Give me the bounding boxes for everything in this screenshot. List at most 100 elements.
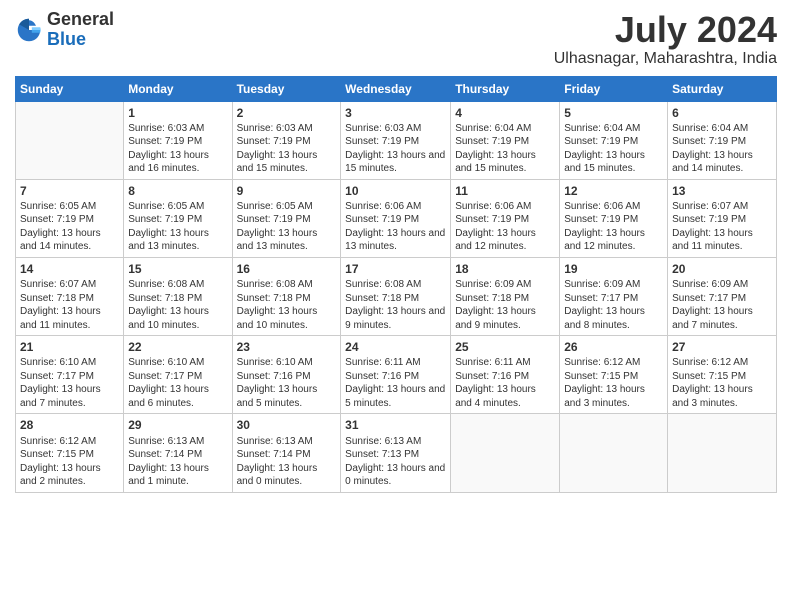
- day-info: Sunrise: 6:12 AMSunset: 7:15 PMDaylight:…: [672, 356, 772, 410]
- day-number: 22: [128, 339, 227, 355]
- calendar-cell: 1Sunrise: 6:03 AMSunset: 7:19 PMDaylight…: [124, 101, 232, 179]
- day-number: 25: [455, 339, 555, 355]
- page: General Blue July 2024 Ulhasnagar, Mahar…: [0, 0, 792, 612]
- day-info: Sunrise: 6:08 AMSunset: 7:18 PMDaylight:…: [237, 278, 337, 332]
- calendar-body: 1Sunrise: 6:03 AMSunset: 7:19 PMDaylight…: [16, 101, 777, 492]
- calendar-week-2: 7Sunrise: 6:05 AMSunset: 7:19 PMDaylight…: [16, 179, 777, 257]
- calendar-cell: 13Sunrise: 6:07 AMSunset: 7:19 PMDayligh…: [668, 179, 777, 257]
- day-info: Sunrise: 6:11 AMSunset: 7:16 PMDaylight:…: [345, 356, 446, 410]
- day-number: 30: [237, 417, 337, 433]
- calendar-cell: 7Sunrise: 6:05 AMSunset: 7:19 PMDaylight…: [16, 179, 124, 257]
- calendar-cell: 20Sunrise: 6:09 AMSunset: 7:17 PMDayligh…: [668, 257, 777, 335]
- main-title: July 2024: [554, 10, 777, 50]
- day-info: Sunrise: 6:10 AMSunset: 7:17 PMDaylight:…: [128, 356, 227, 410]
- logo: General Blue: [15, 10, 114, 50]
- day-number: 26: [564, 339, 663, 355]
- day-info: Sunrise: 6:06 AMSunset: 7:19 PMDaylight:…: [455, 200, 555, 254]
- day-info: Sunrise: 6:03 AMSunset: 7:19 PMDaylight:…: [128, 122, 227, 176]
- day-number: 14: [20, 261, 119, 277]
- day-number: 10: [345, 183, 446, 199]
- calendar-cell: [16, 101, 124, 179]
- header-tuesday: Tuesday: [232, 76, 341, 101]
- day-info: Sunrise: 6:05 AMSunset: 7:19 PMDaylight:…: [20, 200, 119, 254]
- calendar-week-3: 14Sunrise: 6:07 AMSunset: 7:18 PMDayligh…: [16, 257, 777, 335]
- header-monday: Monday: [124, 76, 232, 101]
- day-info: Sunrise: 6:12 AMSunset: 7:15 PMDaylight:…: [20, 435, 119, 489]
- calendar-week-4: 21Sunrise: 6:10 AMSunset: 7:17 PMDayligh…: [16, 336, 777, 414]
- logo-blue: Blue: [47, 29, 86, 49]
- calendar-header: Sunday Monday Tuesday Wednesday Thursday…: [16, 76, 777, 101]
- calendar-cell: 28 Sunrise: 6:12 AMSunset: 7:15 PMDayligh…: [16, 414, 124, 492]
- calendar-cell: 19Sunrise: 6:09 AMSunset: 7:17 PMDayligh…: [560, 257, 668, 335]
- logo-text: General Blue: [47, 10, 114, 50]
- subtitle: Ulhasnagar, Maharashtra, India: [554, 50, 777, 68]
- day-number: 20: [672, 261, 772, 277]
- day-number: 19: [564, 261, 663, 277]
- calendar-cell: 24Sunrise: 6:11 AMSunset: 7:16 PMDayligh…: [341, 336, 451, 414]
- day-number: 16: [237, 261, 337, 277]
- calendar-cell: 14Sunrise: 6:07 AMSunset: 7:18 PMDayligh…: [16, 257, 124, 335]
- day-number: 1: [128, 105, 227, 121]
- day-number: 28: [20, 417, 119, 433]
- day-number: 23: [237, 339, 337, 355]
- calendar-cell: 6Sunrise: 6:04 AMSunset: 7:19 PMDaylight…: [668, 101, 777, 179]
- calendar-cell: 30 Sunrise: 6:13 AMSunset: 7:14 PMDayligh…: [232, 414, 341, 492]
- calendar-cell: 10Sunrise: 6:06 AMSunset: 7:19 PMDayligh…: [341, 179, 451, 257]
- day-info: Sunrise: 6:05 AMSunset: 7:19 PMDaylight:…: [237, 200, 337, 254]
- day-number: 15: [128, 261, 227, 277]
- header-wednesday: Wednesday: [341, 76, 451, 101]
- calendar-week-5: 28 Sunrise: 6:12 AMSunset: 7:15 PMDayligh…: [16, 414, 777, 492]
- day-number: 27: [672, 339, 772, 355]
- day-info: Sunrise: 6:10 AMSunset: 7:16 PMDaylight:…: [237, 356, 337, 410]
- day-info: Sunrise: 6:05 AMSunset: 7:19 PMDaylight:…: [128, 200, 227, 254]
- day-info: Sunrise: 6:08 AMSunset: 7:18 PMDaylight:…: [345, 278, 446, 332]
- calendar-cell: 23Sunrise: 6:10 AMSunset: 7:16 PMDayligh…: [232, 336, 341, 414]
- calendar-cell: 26Sunrise: 6:12 AMSunset: 7:15 PMDayligh…: [560, 336, 668, 414]
- calendar-cell: 17Sunrise: 6:08 AMSunset: 7:18 PMDayligh…: [341, 257, 451, 335]
- calendar-cell: 8Sunrise: 6:05 AMSunset: 7:19 PMDaylight…: [124, 179, 232, 257]
- logo-general: General: [47, 9, 114, 29]
- day-info: Sunrise: 6:09 AMSunset: 7:17 PMDaylight:…: [564, 278, 663, 332]
- day-number: 31: [345, 417, 446, 433]
- calendar-cell: 3Sunrise: 6:03 AMSunset: 7:19 PMDaylight…: [341, 101, 451, 179]
- calendar-cell: 4Sunrise: 6:04 AMSunset: 7:19 PMDaylight…: [451, 101, 560, 179]
- calendar-cell: 9Sunrise: 6:05 AMSunset: 7:19 PMDaylight…: [232, 179, 341, 257]
- calendar-cell: [451, 414, 560, 492]
- header-thursday: Thursday: [451, 76, 560, 101]
- calendar-cell: 12Sunrise: 6:06 AMSunset: 7:19 PMDayligh…: [560, 179, 668, 257]
- day-number: 7: [20, 183, 119, 199]
- day-info: Sunrise: 6:07 AMSunset: 7:18 PMDaylight:…: [20, 278, 119, 332]
- calendar-week-1: 1Sunrise: 6:03 AMSunset: 7:19 PMDaylight…: [16, 101, 777, 179]
- calendar-cell: 11Sunrise: 6:06 AMSunset: 7:19 PMDayligh…: [451, 179, 560, 257]
- day-number: 8: [128, 183, 227, 199]
- day-info: Sunrise: 6:13 AMSunset: 7:13 PMDaylight:…: [345, 435, 446, 489]
- calendar-cell: 31 Sunrise: 6:13 AMSunset: 7:13 PMDayligh…: [341, 414, 451, 492]
- day-info: Sunrise: 6:06 AMSunset: 7:19 PMDaylight:…: [345, 200, 446, 254]
- day-number: 29: [128, 417, 227, 433]
- day-number: 4: [455, 105, 555, 121]
- calendar-cell: 16Sunrise: 6:08 AMSunset: 7:18 PMDayligh…: [232, 257, 341, 335]
- header-saturday: Saturday: [668, 76, 777, 101]
- day-info: Sunrise: 6:09 AMSunset: 7:17 PMDaylight:…: [672, 278, 772, 332]
- day-info: Sunrise: 6:03 AMSunset: 7:19 PMDaylight:…: [237, 122, 337, 176]
- day-number: 18: [455, 261, 555, 277]
- calendar-cell: 5Sunrise: 6:04 AMSunset: 7:19 PMDaylight…: [560, 101, 668, 179]
- day-info: Sunrise: 6:04 AMSunset: 7:19 PMDaylight:…: [672, 122, 772, 176]
- day-number: 6: [672, 105, 772, 121]
- day-number: 13: [672, 183, 772, 199]
- day-info: Sunrise: 6:13 AMSunset: 7:14 PMDaylight:…: [237, 435, 337, 489]
- day-info: Sunrise: 6:12 AMSunset: 7:15 PMDaylight:…: [564, 356, 663, 410]
- header: General Blue July 2024 Ulhasnagar, Mahar…: [15, 10, 777, 68]
- day-number: 3: [345, 105, 446, 121]
- header-row: Sunday Monday Tuesday Wednesday Thursday…: [16, 76, 777, 101]
- calendar-cell: 25Sunrise: 6:11 AMSunset: 7:16 PMDayligh…: [451, 336, 560, 414]
- day-info: Sunrise: 6:11 AMSunset: 7:16 PMDaylight:…: [455, 356, 555, 410]
- day-info: Sunrise: 6:06 AMSunset: 7:19 PMDaylight:…: [564, 200, 663, 254]
- day-info: Sunrise: 6:07 AMSunset: 7:19 PMDaylight:…: [672, 200, 772, 254]
- day-info: Sunrise: 6:09 AMSunset: 7:18 PMDaylight:…: [455, 278, 555, 332]
- day-info: Sunrise: 6:04 AMSunset: 7:19 PMDaylight:…: [455, 122, 555, 176]
- day-number: 9: [237, 183, 337, 199]
- day-info: Sunrise: 6:04 AMSunset: 7:19 PMDaylight:…: [564, 122, 663, 176]
- day-info: Sunrise: 6:08 AMSunset: 7:18 PMDaylight:…: [128, 278, 227, 332]
- calendar-cell: 29Sunrise: 6:13 AMSunset: 7:14 PMDayligh…: [124, 414, 232, 492]
